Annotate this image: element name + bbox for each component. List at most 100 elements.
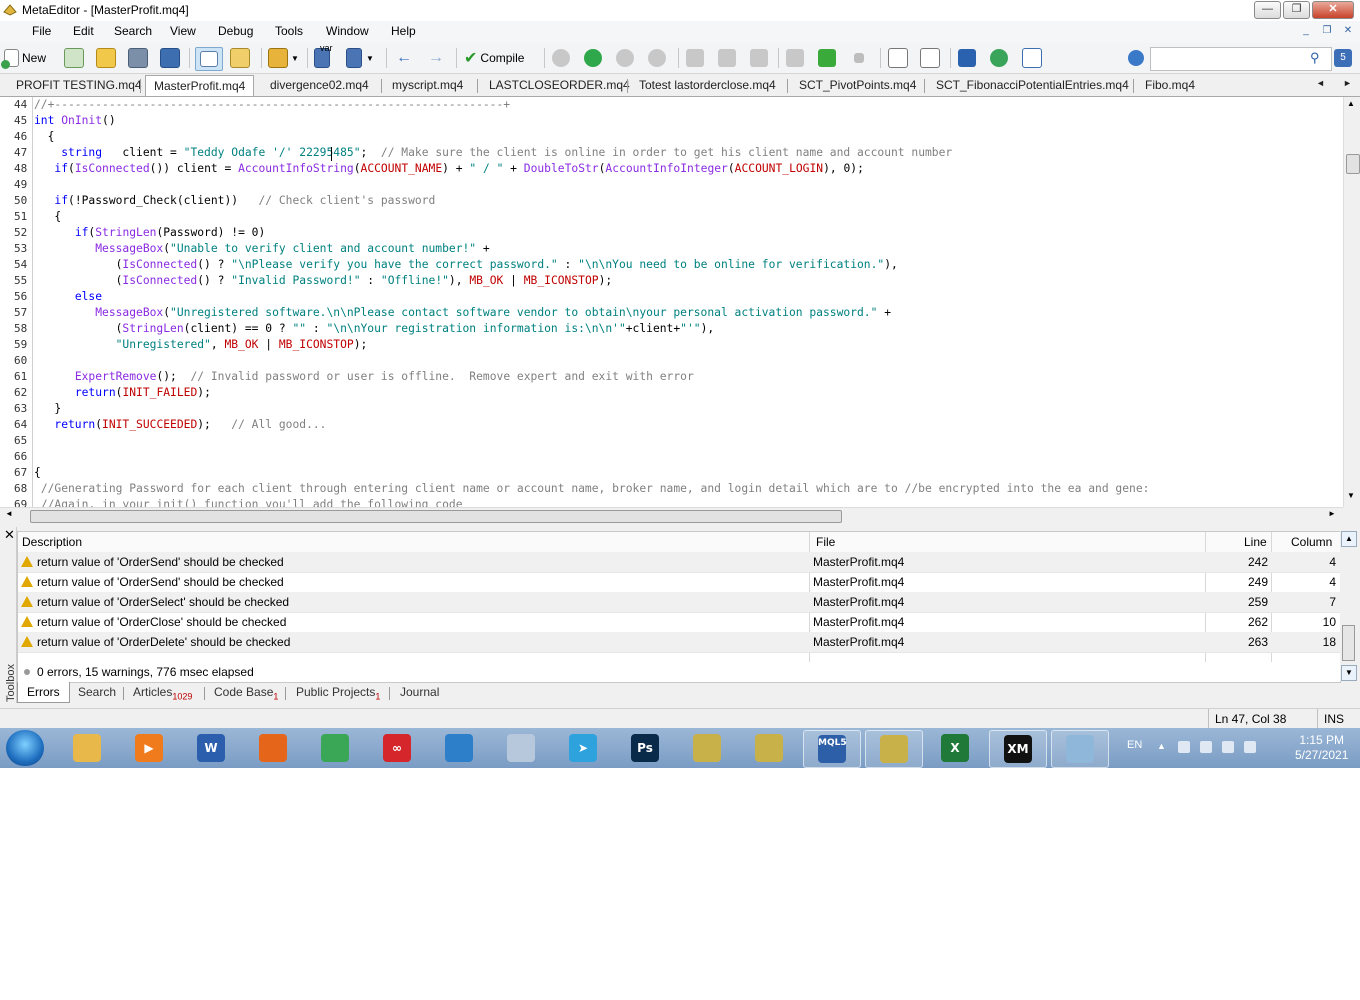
search-icon[interactable]: ⚲ xyxy=(1310,47,1320,69)
toolbox-toggle-button[interactable] xyxy=(230,47,250,69)
menu-view[interactable]: View xyxy=(170,24,196,38)
taskbar-app-globe[interactable] xyxy=(431,730,487,766)
search-settings-button[interactable] xyxy=(1128,47,1144,69)
show-hidden-icons-icon[interactable]: ▲ xyxy=(1157,741,1166,751)
scroll-left-icon[interactable]: ◄ xyxy=(5,509,13,518)
insert-function-button[interactable]: ▼ xyxy=(346,47,374,69)
save-button[interactable] xyxy=(128,47,148,69)
start-debug-button[interactable] xyxy=(584,47,602,69)
tabs-scroll-left-icon[interactable]: ◄ xyxy=(1316,78,1325,88)
clock[interactable]: 1:15 PM 5/27/2021 xyxy=(1295,733,1348,763)
error-row[interactable]: return value of 'OrderSelect' should be … xyxy=(18,592,1340,613)
menu-tools[interactable]: Tools xyxy=(275,24,303,38)
scroll-down-icon[interactable]: ▼ xyxy=(1341,665,1357,681)
open-button[interactable] xyxy=(96,47,116,69)
tab-totest-lastorderclose[interactable]: Totest lastorderclose.mq4 xyxy=(639,78,776,92)
tab-fibo[interactable]: Fibo.mq4 xyxy=(1145,78,1195,92)
column-description[interactable]: Description xyxy=(22,532,82,552)
close-button[interactable]: ✕ xyxy=(1312,1,1354,19)
toolbox-close-icon[interactable]: ✕ xyxy=(4,527,15,543)
tab-public-projects[interactable]: Public Projects1 xyxy=(296,685,380,701)
editor-vertical-scrollbar[interactable]: ▲ ▼ xyxy=(1343,97,1360,507)
taskbar-app-word[interactable]: W xyxy=(183,730,239,766)
stop-debug-button[interactable] xyxy=(648,47,666,69)
power-icon[interactable] xyxy=(1222,741,1234,753)
mdi-close-icon[interactable]: ✕ xyxy=(1340,24,1356,38)
compare-button[interactable] xyxy=(920,47,940,69)
error-row[interactable]: return value of 'OrderSend' should be ch… xyxy=(18,552,1340,573)
scroll-up-icon[interactable]: ▲ xyxy=(1341,531,1357,547)
code-editor[interactable]: 44 //+-----------------------------------… xyxy=(0,97,1343,507)
scroll-right-icon[interactable]: ► xyxy=(1328,509,1336,518)
tab-sct-fibonacci[interactable]: SCT_FibonacciPotentialEntries.mq4 xyxy=(936,78,1129,92)
tab-profit-testing[interactable]: PROFIT TESTING.mq4 xyxy=(16,78,142,92)
taskbar-app-mql5[interactable]: MQL5 xyxy=(803,730,861,768)
step-out-button[interactable] xyxy=(750,47,768,69)
mdi-restore-icon[interactable]: ❐ xyxy=(1319,24,1335,38)
menu-help[interactable]: Help xyxy=(391,24,416,38)
mql5-community-button[interactable]: 5 xyxy=(1334,47,1352,69)
run-to-cursor-button[interactable] xyxy=(818,47,836,69)
new-project-button[interactable] xyxy=(64,47,84,69)
taskbar-app-metaeditor-c[interactable] xyxy=(865,730,923,768)
save-all-button[interactable] xyxy=(160,47,180,69)
start-button[interactable] xyxy=(6,730,44,766)
editor-horizontal-scrollbar[interactable]: ◄ ► xyxy=(0,507,1343,524)
network-icon[interactable] xyxy=(1178,741,1190,753)
taskbar-app-photoshop[interactable]: Ps xyxy=(617,730,673,766)
errors-scrollbar[interactable]: ▲ ▼ xyxy=(1340,531,1357,681)
taskbar-app-chrome[interactable] xyxy=(307,730,363,766)
taskbar-app-explorer[interactable] xyxy=(59,730,115,766)
halt-button[interactable] xyxy=(850,47,868,69)
forward-button[interactable]: → xyxy=(428,47,444,69)
update-button[interactable] xyxy=(990,47,1008,69)
terminal-button[interactable] xyxy=(1022,47,1042,69)
taskbar-app-calculator[interactable] xyxy=(493,730,549,766)
column-column[interactable]: Column xyxy=(1291,532,1332,552)
taskbar-app-metaeditor-b[interactable] xyxy=(741,730,797,766)
scroll-up-icon[interactable]: ▲ xyxy=(1347,99,1355,108)
tab-lastcloseorder[interactable]: LASTCLOSEORDER.mq4 xyxy=(489,78,630,92)
taskbar-app-acrobat[interactable]: ∞ xyxy=(369,730,425,766)
minimize-button[interactable]: — xyxy=(1254,1,1281,19)
taskbar-app-media[interactable]: ▶ xyxy=(121,730,177,766)
new-button[interactable]: New xyxy=(1,47,46,69)
error-row[interactable]: return value of 'OrderDelete' should be … xyxy=(18,632,1340,653)
insert-variable-button[interactable]: var xyxy=(314,43,333,69)
add-watch-button[interactable] xyxy=(786,47,804,69)
back-button[interactable]: ← xyxy=(396,47,412,69)
step-into-button[interactable] xyxy=(686,47,704,69)
tabs-scroll-right-icon[interactable]: ► xyxy=(1343,78,1352,88)
taskbar-app-excel[interactable]: X xyxy=(927,730,983,766)
tab-divergence02[interactable]: divergence02.mq4 xyxy=(270,78,369,92)
column-line[interactable]: Line xyxy=(1244,532,1267,552)
editor-hscroll-thumb[interactable] xyxy=(30,510,842,523)
tab-myscript[interactable]: myscript.mq4 xyxy=(392,78,463,92)
taskbar-app-metaeditor-a[interactable] xyxy=(679,730,735,766)
menu-search[interactable]: Search xyxy=(114,24,152,38)
copy-button[interactable] xyxy=(888,47,908,69)
error-row[interactable]: return value of 'OrderSend' should be ch… xyxy=(18,572,1340,593)
taskbar-app-xm[interactable]: XM xyxy=(989,730,1047,768)
pause-debug-button[interactable] xyxy=(616,47,634,69)
taskbar-app-telegram[interactable]: ➤ xyxy=(555,730,611,766)
step-over-button[interactable] xyxy=(718,47,736,69)
editor-vscroll-thumb[interactable] xyxy=(1346,154,1360,174)
taskbar-app-firefox[interactable] xyxy=(245,730,301,766)
menu-debug[interactable]: Debug xyxy=(218,24,253,38)
search-input[interactable] xyxy=(1150,47,1332,71)
maximize-button[interactable]: ❐ xyxy=(1283,1,1310,19)
mql5-storage-button[interactable] xyxy=(958,47,976,69)
column-file[interactable]: File xyxy=(816,532,835,552)
language-indicator[interactable]: EN xyxy=(1127,739,1142,751)
volume-icon[interactable] xyxy=(1244,741,1256,753)
tab-journal[interactable]: Journal xyxy=(400,685,439,699)
error-row[interactable]: return value of 'OrderClose' should be c… xyxy=(18,612,1340,633)
tab-search[interactable]: Search xyxy=(78,685,116,699)
tab-articles[interactable]: Articles1029 xyxy=(133,685,192,701)
tab-masterprofit[interactable]: MasterProfit.mq4 xyxy=(145,75,255,96)
flag-icon[interactable] xyxy=(1200,741,1212,753)
compile-button[interactable]: ✔ Compile xyxy=(464,47,524,69)
taskbar-app-notepad[interactable] xyxy=(1051,730,1109,768)
navigator-toggle-button[interactable] xyxy=(195,47,223,71)
